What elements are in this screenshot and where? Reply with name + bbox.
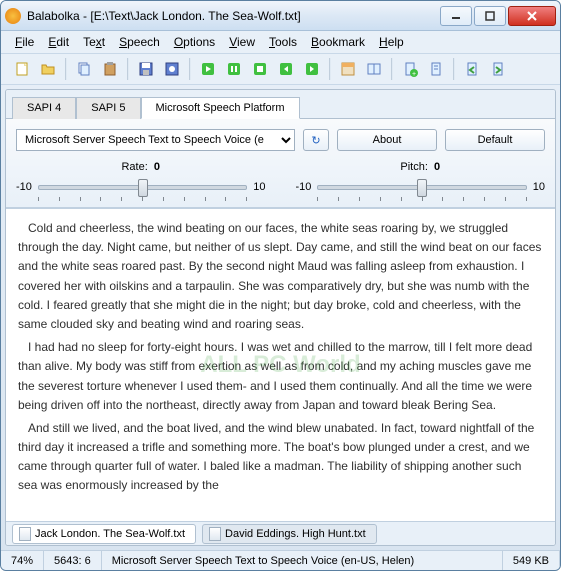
minimize-button[interactable] [440, 6, 472, 26]
pitch-value: 0 [434, 161, 440, 173]
toolbar-separator [65, 58, 67, 80]
pitch-slider[interactable] [317, 177, 526, 197]
bookmark-next-icon[interactable] [486, 57, 510, 81]
status-position: 5643: 6 [44, 551, 102, 570]
voice-select[interactable]: Microsoft Server Speech Text to Speech V… [16, 129, 295, 151]
doc-tab-label: Jack London. The Sea-Wolf.txt [35, 528, 185, 540]
toolbar-separator [391, 58, 393, 80]
status-size: 549 KB [503, 551, 560, 570]
next-icon[interactable] [300, 57, 324, 81]
paragraph: Cold and cheerless, the wind beating on … [18, 219, 543, 334]
pitch-label: Pitch: [400, 161, 428, 173]
dictionary-icon[interactable] [362, 57, 386, 81]
rate-label: Rate: [121, 161, 147, 173]
statusbar: 74% 5643: 6 Microsoft Server Speech Text… [1, 550, 560, 570]
menu-edit[interactable]: Edit [42, 33, 75, 51]
doc-tab-label: David Eddings. High Hunt.txt [225, 528, 366, 540]
bookmark-list-icon[interactable] [424, 57, 448, 81]
pitch-slider-group: Pitch: 0 -10 10 [296, 161, 546, 197]
menu-bookmark[interactable]: Bookmark [305, 33, 371, 51]
menu-view[interactable]: View [223, 33, 261, 51]
menu-tools[interactable]: Tools [263, 33, 303, 51]
menu-speech[interactable]: Speech [113, 33, 166, 51]
bookmark-prev-icon[interactable] [460, 57, 484, 81]
text-editor[interactable]: ALL PC World Cold and cheerless, the win… [6, 208, 555, 521]
titlebar: Balabolka - [E:\Text\Jack London. The Se… [1, 1, 560, 31]
engine-tabs: SAPI 4 SAPI 5 Microsoft Speech Platform [6, 90, 555, 119]
rate-thumb[interactable] [138, 179, 148, 197]
rate-min: -10 [16, 181, 32, 193]
toolbar-separator [453, 58, 455, 80]
doc-tab-active[interactable]: Jack London. The Sea-Wolf.txt [12, 524, 196, 544]
tab-sapi5[interactable]: SAPI 5 [76, 97, 140, 119]
pitch-min: -10 [296, 181, 312, 193]
menu-text[interactable]: Text [77, 33, 111, 51]
rate-max: 10 [253, 181, 265, 193]
window-controls [440, 6, 556, 26]
content-area: SAPI 4 SAPI 5 Microsoft Speech Platform … [5, 89, 556, 546]
document-icon [19, 527, 31, 541]
tab-msp[interactable]: Microsoft Speech Platform [141, 97, 300, 119]
status-percent: 74% [1, 551, 44, 570]
prev-icon[interactable] [274, 57, 298, 81]
menubar: File Edit Text Speech Options View Tools… [1, 31, 560, 53]
pitch-thumb[interactable] [417, 179, 427, 197]
doc-tab-inactive[interactable]: David Eddings. High Hunt.txt [202, 524, 377, 544]
default-button[interactable]: Default [445, 129, 545, 151]
maximize-button[interactable] [474, 6, 506, 26]
copy-icon[interactable] [72, 57, 96, 81]
toolbar: + [1, 53, 560, 85]
save-icon[interactable] [134, 57, 158, 81]
window-title: Balabolka - [E:\Text\Jack London. The Se… [27, 9, 440, 23]
rate-slider[interactable] [38, 177, 247, 197]
refresh-button[interactable]: ↻ [303, 129, 329, 151]
svg-text:+: + [412, 71, 416, 77]
toolbar-separator [127, 58, 129, 80]
paragraph: And still we lived, and the boat lived, … [18, 419, 543, 496]
toolbar-separator [189, 58, 191, 80]
menu-file[interactable]: File [9, 33, 40, 51]
tab-sapi4[interactable]: SAPI 4 [12, 97, 76, 119]
pause-icon[interactable] [222, 57, 246, 81]
status-voice: Microsoft Server Speech Text to Speech V… [102, 551, 503, 570]
new-file-icon[interactable] [10, 57, 34, 81]
toolbar-separator [329, 58, 331, 80]
close-button[interactable] [508, 6, 556, 26]
menu-help[interactable]: Help [373, 33, 410, 51]
pitch-max: 10 [533, 181, 545, 193]
rate-value: 0 [154, 161, 160, 173]
stop-icon[interactable] [248, 57, 272, 81]
about-button[interactable]: About [337, 129, 437, 151]
voice-panel: Microsoft Server Speech Text to Speech V… [6, 119, 555, 208]
app-window: Balabolka - [E:\Text\Jack London. The Se… [0, 0, 561, 571]
open-folder-icon[interactable] [36, 57, 60, 81]
menu-options[interactable]: Options [168, 33, 221, 51]
rate-slider-group: Rate: 0 -10 10 [16, 161, 266, 197]
paragraph: I had had no sleep for forty-eight hours… [18, 338, 543, 415]
document-icon [209, 527, 221, 541]
app-icon [5, 8, 21, 24]
file-path: [E:\Text\Jack London. The Sea-Wolf.txt] [90, 9, 300, 23]
save-audio-icon[interactable] [160, 57, 184, 81]
app-name: Balabolka [27, 9, 80, 23]
document-tabs: Jack London. The Sea-Wolf.txt David Eddi… [6, 521, 555, 545]
paste-icon[interactable] [98, 57, 122, 81]
play-icon[interactable] [196, 57, 220, 81]
bookmark-add-icon[interactable]: + [398, 57, 422, 81]
panel-toggle-icon[interactable] [336, 57, 360, 81]
